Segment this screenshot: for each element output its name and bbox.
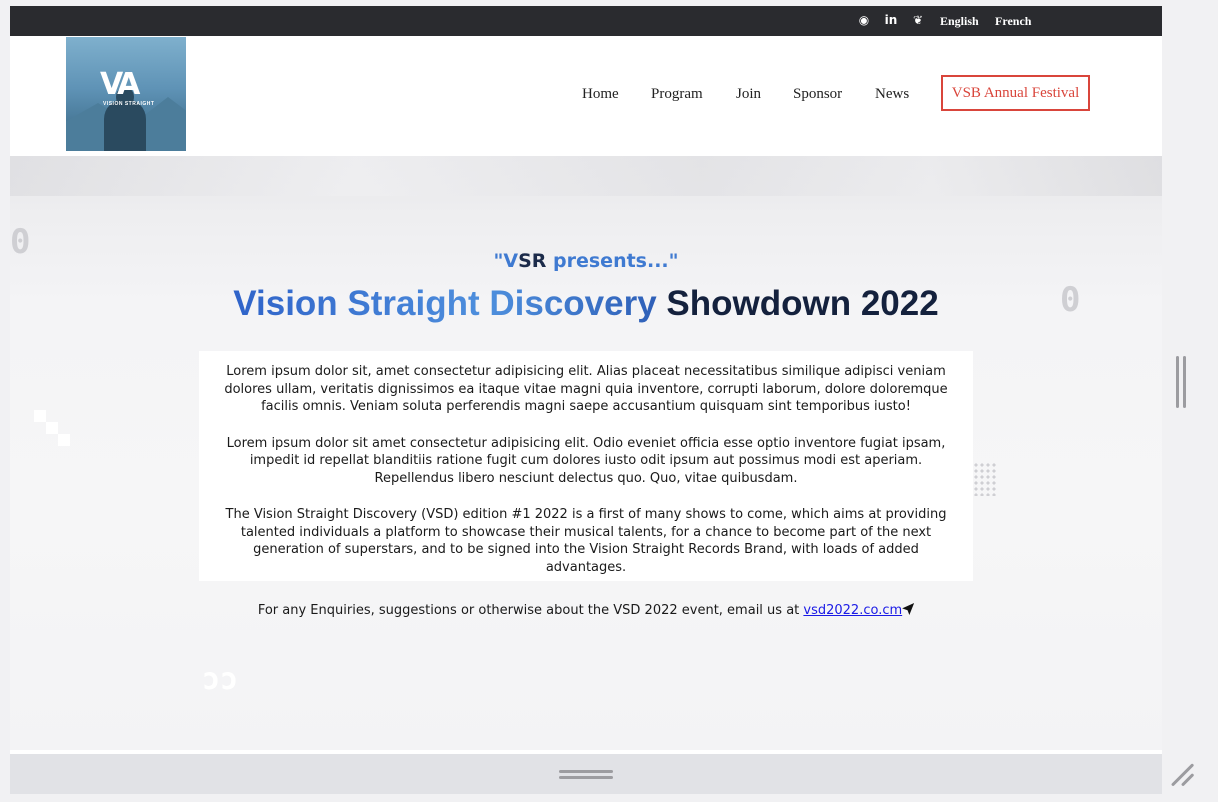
top-bar: ◉ in ❦ English French	[10, 6, 1162, 36]
presents-quote-open: "	[493, 250, 504, 272]
github-icon[interactable]: ◉	[857, 13, 871, 27]
title-part-1: Vision Straight Discovery	[233, 284, 657, 323]
presents-word: presents..."	[553, 250, 679, 272]
nav-sponsor[interactable]: Sponsor	[793, 86, 842, 103]
browser-viewport: ◉ in ❦ English French VA VISION STRAIGHT…	[10, 6, 1162, 794]
decorative-dot-grid	[973, 462, 997, 496]
title-part-2: Showdown 2022	[666, 284, 939, 323]
language-french-link[interactable]: French	[995, 14, 1031, 29]
nav-news[interactable]: News	[875, 86, 909, 103]
email-link[interactable]: vsd2022.co.cm	[803, 603, 902, 618]
corner-resize-handle[interactable]	[1170, 760, 1196, 787]
enquiry-line: For any Enquiries, suggestions or otherw…	[10, 603, 1162, 618]
bottom-panel	[10, 754, 1162, 794]
presents-sr: SR	[518, 250, 547, 272]
vertical-resize-handle[interactable]	[1176, 356, 1188, 408]
language-english-link[interactable]: English	[940, 14, 979, 29]
description-paragraph: The Vision Straight Discovery (VSD) edit…	[225, 507, 947, 575]
nav-program[interactable]: Program	[651, 86, 703, 103]
logo-subtext: VISION STRAIGHT	[103, 101, 155, 107]
site-logo[interactable]: VA VISION STRAIGHT	[66, 37, 186, 151]
enquiry-text: For any Enquiries, suggestions or otherw…	[257, 603, 804, 618]
festival-button[interactable]: VSB Annual Festival	[941, 75, 1090, 111]
nav-join[interactable]: Join	[736, 86, 761, 103]
hero-section: 0 0 ɔɔ "VSR presents..." Vision Straight…	[10, 156, 1162, 750]
decorative-square	[58, 434, 70, 446]
description-paragraph: Lorem ipsum dolor sit amet consectetur a…	[226, 435, 946, 486]
description-paragraph: Lorem ipsum dolor sit, amet consectetur …	[224, 364, 948, 414]
logo-mark: VA	[100, 67, 140, 102]
presents-tagline: "VSR presents..."	[10, 250, 1162, 272]
decorative-square	[34, 410, 46, 422]
nav-home[interactable]: Home	[582, 86, 619, 103]
send-icon	[902, 603, 915, 615]
site-header: VA VISION STRAIGHT Home Program Join Spo…	[10, 36, 1162, 156]
page-title: Vision Straight Discovery Showdown 2022	[10, 284, 1162, 324]
decorative-glyph: ɔɔ	[202, 662, 239, 697]
horizontal-resize-handle[interactable]	[559, 770, 613, 780]
description-box: Lorem ipsum dolor sit, amet consectetur …	[199, 351, 973, 581]
decorative-square	[46, 422, 58, 434]
twitter-icon[interactable]: ❦	[911, 13, 925, 27]
linkedin-icon[interactable]: in	[884, 13, 898, 27]
hero-background-streak	[10, 156, 1162, 196]
presents-v: V	[503, 250, 519, 272]
